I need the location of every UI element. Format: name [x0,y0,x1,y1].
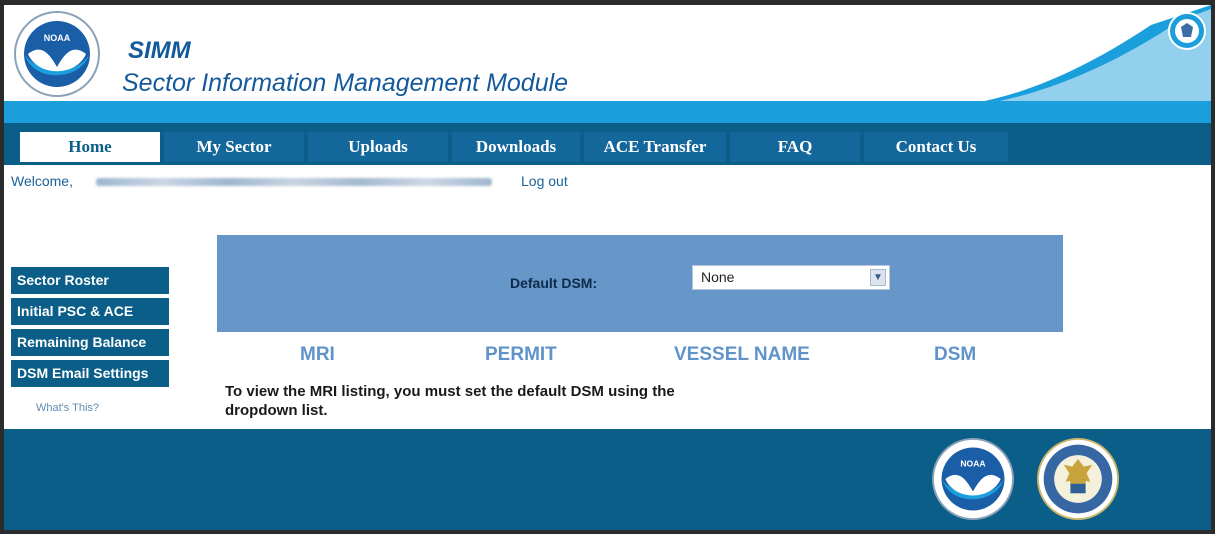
tab-downloads[interactable]: Downloads [452,132,580,162]
doc-seal-icon [1168,12,1206,50]
sidebar-item-sector-roster[interactable]: Sector Roster [11,267,169,294]
noaa-logo-icon: NOAA [14,11,100,97]
doc-seal-icon [1037,438,1119,520]
site-footer [4,429,1211,530]
dsm-panel: Default DSM: None ▼ [217,235,1063,332]
site-header: NOAA SIMM Sector Information Management … [4,5,1211,106]
tab-my-sector[interactable]: My Sector [164,132,304,162]
page-frame: NOAA SIMM Sector Information Management … [0,0,1215,534]
tab-uploads[interactable]: Uploads [308,132,448,162]
logout-link[interactable]: Log out [521,173,568,189]
instruction-message: To view the MRI listing, you must set th… [225,383,675,419]
default-dsm-select[interactable]: None ▼ [692,265,890,290]
sidebar-item-remaining-balance[interactable]: Remaining Balance [11,329,169,356]
header-accent-stripe [4,101,1211,123]
sidebar-item-initial-psc-ace[interactable]: Initial PSC & ACE [11,298,169,325]
whats-this-link[interactable]: What's This? [36,402,99,414]
default-dsm-value: None [701,269,735,285]
welcome-label: Welcome, [11,173,73,189]
app-title: Sector Information Management Module [122,69,569,97]
tab-contact-us[interactable]: Contact Us [864,132,1008,162]
default-dsm-label: Default DSM: [510,275,598,291]
sidebar-item-dsm-email-settings[interactable]: DSM Email Settings [11,360,169,387]
chevron-down-icon[interactable]: ▼ [870,269,886,286]
tab-ace-transfer[interactable]: ACE Transfer [584,132,726,162]
column-header-dsm: DSM [934,344,977,365]
noaa-logo-icon: NOAA [932,438,1014,520]
app-abbreviation: SIMM [128,37,191,64]
column-header-permit: PERMIT [485,344,557,365]
tab-faq[interactable]: FAQ [730,132,860,162]
column-header-mri: MRI [300,344,335,365]
svg-text:NOAA: NOAA [960,459,985,469]
main-nav: Home My Sector Uploads Downloads ACE Tra… [4,123,1211,165]
column-header-vessel-name: VESSEL NAME [674,344,810,365]
svg-text:NOAA: NOAA [44,33,71,43]
tab-home[interactable]: Home [20,132,160,162]
user-name-redacted [96,178,492,186]
